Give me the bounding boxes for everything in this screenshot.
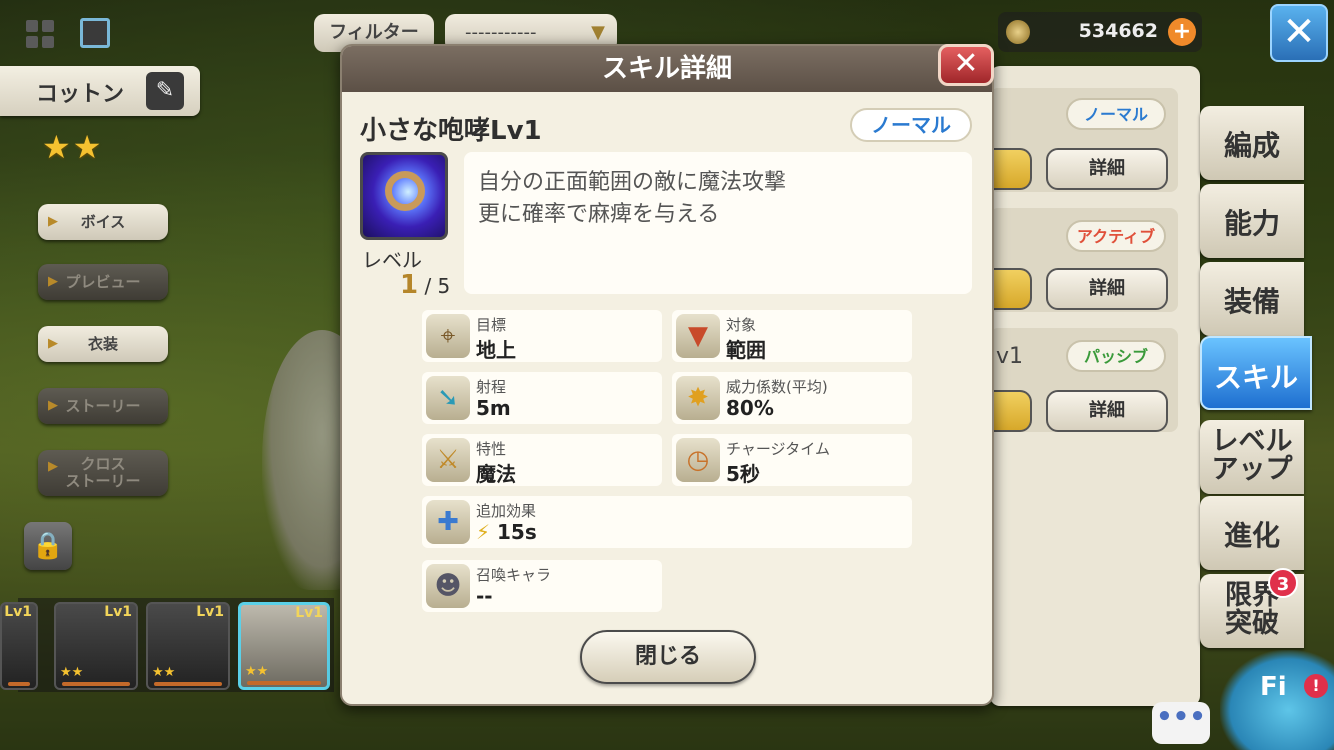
story-button[interactable]: ▶ ストーリー: [38, 388, 168, 424]
skill-level-button[interactable]: [994, 268, 1032, 310]
coin-icon: [1006, 20, 1030, 44]
play-icon: ▶: [48, 336, 58, 351]
skill-level-button[interactable]: [994, 148, 1032, 190]
area-target-icon: ▼: [676, 314, 720, 358]
party-card-selected[interactable]: Lv1 ★★: [238, 602, 330, 690]
notification-badge: 3: [1268, 568, 1298, 598]
tab-equipment[interactable]: 装備: [1200, 262, 1304, 336]
mascot-icon[interactable]: Fi !: [1220, 650, 1334, 750]
play-icon: ▶: [48, 459, 58, 474]
tab-formation[interactable]: 編成: [1200, 106, 1304, 180]
coin-counter: 534662 +: [998, 12, 1202, 52]
sword-icon: ⚔: [426, 438, 470, 482]
play-icon: ▶: [48, 214, 58, 229]
square-toggle-icon[interactable]: [80, 18, 110, 48]
skill-type-tag-active: アクティブ: [1066, 220, 1166, 252]
character-name: コットン: [36, 82, 125, 107]
arrow-range-icon: ➘: [426, 376, 470, 420]
close-modal-icon[interactable]: ✕: [938, 44, 994, 86]
stat-charge: ◷ チャージタイム 5秒: [672, 434, 912, 486]
close-button[interactable]: 閉じる: [580, 630, 756, 684]
level-value: 1 / 5: [400, 270, 451, 300]
stat-target: ⌖ 目標 地上: [422, 310, 662, 362]
crosshair-icon: ⌖: [426, 314, 470, 358]
close-screen-button[interactable]: ✕: [1270, 4, 1328, 62]
explosion-icon: ✸: [676, 376, 720, 420]
tab-ability[interactable]: 能力: [1200, 184, 1304, 258]
paralysis-icon: ⚡: [476, 520, 491, 544]
level-label: レベル: [362, 248, 422, 272]
skill-name: 小さな咆哮Lv1: [360, 116, 542, 146]
stat-extra-effect: ✚ 追加効果 ⚡ 15s: [422, 496, 912, 548]
stat-attribute: ⚔ 特性 魔法: [422, 434, 662, 486]
summon-creature-icon: ☻: [426, 564, 470, 608]
skill-level-button[interactable]: [994, 390, 1032, 432]
clock-icon: ◷: [676, 438, 720, 482]
skill-detail-button[interactable]: 詳細: [1046, 390, 1168, 432]
party-card[interactable]: Lv1 ★★: [54, 602, 138, 690]
character-name-plate: コットン ✎: [0, 66, 200, 116]
tab-level-up[interactable]: レベル アップ: [1200, 420, 1304, 494]
stat-subject: ▼ 対象 範囲: [672, 310, 912, 362]
skill-type-badge: ノーマル: [850, 108, 972, 142]
rarity-stars: ★★: [42, 128, 104, 166]
skill-detail-button[interactable]: 詳細: [1046, 148, 1168, 190]
play-icon: ▶: [48, 274, 58, 289]
skill-level-text: v1: [996, 344, 1024, 369]
voice-button[interactable]: ▶ ボイス: [38, 204, 168, 240]
sword-plus-icon: ✚: [426, 500, 470, 544]
stat-summon: ☻ 召喚キャラ --: [422, 560, 662, 612]
skill-icon: [360, 152, 448, 240]
tab-skill[interactable]: スキル: [1200, 336, 1312, 410]
grid-menu-icon[interactable]: [26, 20, 54, 48]
chat-icon[interactable]: •••: [1152, 702, 1210, 744]
party-card[interactable]: Lv1: [0, 602, 38, 690]
alert-badge: !: [1304, 674, 1328, 698]
play-icon: ▶: [48, 398, 58, 413]
party-card[interactable]: Lv1 ★★: [146, 602, 230, 690]
lock-icon[interactable]: 🔒: [24, 522, 72, 570]
coin-amount: 534662: [1078, 20, 1158, 42]
tab-evolve[interactable]: 進化: [1200, 496, 1304, 570]
skill-type-tag-passive: パッシブ: [1066, 340, 1166, 372]
add-coins-button[interactable]: +: [1168, 18, 1196, 46]
preview-button[interactable]: ▶ プレビュー: [38, 264, 168, 300]
skill-type-tag-normal: ノーマル: [1066, 98, 1166, 130]
stat-power: ✸ 威力係数(平均) 80%: [672, 372, 912, 424]
skill-description: 自分の正面範囲の敵に魔法攻撃 更に確率で麻痺を与える: [464, 152, 972, 294]
skill-detail-button[interactable]: 詳細: [1046, 268, 1168, 310]
cross-story-button[interactable]: ▶ クロス ストーリー: [38, 450, 168, 496]
modal-title: スキル詳細: [342, 46, 992, 92]
rename-pen-icon[interactable]: ✎: [146, 72, 184, 110]
stat-range: ➘ 射程 5m: [422, 372, 662, 424]
costume-button[interactable]: ▶ 衣装: [38, 326, 168, 362]
